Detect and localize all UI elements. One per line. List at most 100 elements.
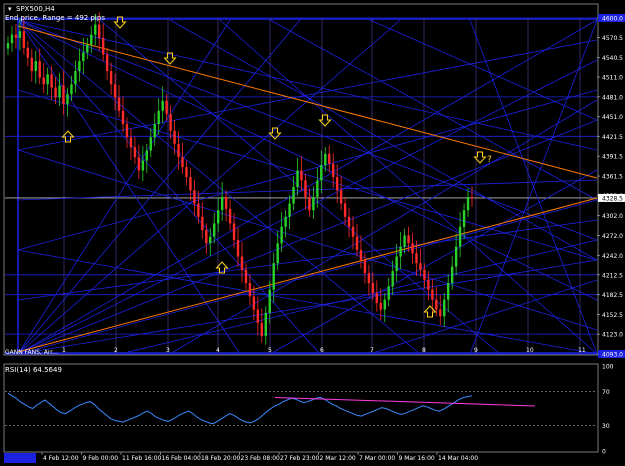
time-label: 2 Mar 12:00 [320,455,356,462]
candle-body [292,186,295,204]
candle-body [284,216,287,227]
gann-fan-line[interactable] [17,19,598,151]
gann-fan-line[interactable] [17,19,598,301]
candle-body [379,302,382,310]
gann-fan-line[interactable] [219,19,598,355]
time-label: 16 Feb 04:00 [162,455,202,462]
mt4-chart-window[interactable]: ? ▾ SPX500,H4 End price, Range = 492 pip… [0,0,625,466]
gann-fan-line[interactable] [269,19,598,201]
candle-body [462,210,466,227]
candle-body [213,223,216,237]
candle-body [248,283,252,297]
candle-body [141,160,145,171]
gann-fan-line[interactable] [17,89,598,261]
gann-fan-line[interactable] [369,19,598,121]
fan-number: 6 [320,347,324,354]
gann-fan-line[interactable] [17,149,598,331]
gann-fan-line[interactable] [17,19,598,355]
candle-body [193,190,196,204]
candle-body [117,97,121,111]
chart-canvas[interactable]: ? ▾ SPX500,H4 End price, Range = 492 pip… [0,0,625,466]
candle-body [240,256,244,270]
candle-body [66,94,69,105]
candle-body [216,210,220,224]
candle-body [419,263,422,270]
price-axis[interactable]: 4600.0 4570.5 4540.5 4511.0 4481.0 4451.0 4421… [597,14,625,359]
candle-body [54,87,57,98]
time-axis[interactable]: 4 Feb 12:00 9 Feb 00:00 11 Feb 16:00 16 Feb… [41,452,478,462]
gann-fan-line[interactable] [17,219,598,301]
candle-body [38,61,41,78]
candle-body [466,196,470,211]
gann-fan-line[interactable] [17,39,598,151]
candle-body [46,74,49,85]
candle-body [363,259,367,274]
candle-body [197,203,200,217]
candle-body [94,24,97,35]
gann-fan-lines[interactable] [17,19,598,355]
gann-grid-layer [5,17,597,355]
candle-body [367,273,371,284]
price-label: 4272.0 [602,233,623,240]
up-arrow-icon[interactable] [423,305,437,318]
candle-body [359,249,363,260]
gann-fan-line[interactable] [17,249,598,355]
candle-body [201,216,204,231]
candle-body [264,312,267,337]
gann-fan-line[interactable] [17,19,321,355]
candle-body [351,226,355,237]
rsi-panel-frame [3,363,599,453]
candle-body [335,177,339,191]
fan-number: 2 [114,347,118,354]
candle-body [78,61,81,72]
time-label: 14 Mar 04:00 [438,455,478,462]
candle-body [165,100,168,115]
candle-body [101,37,105,55]
candle-body [443,299,446,317]
candle-body [403,235,406,247]
candle-body [300,170,303,181]
price-label: 4152.5 [602,312,623,319]
candle-body [280,226,283,244]
candle-body [431,289,434,300]
gann-fan-line[interactable] [119,239,598,355]
time-label: 27 Feb 23:00 [280,455,320,462]
chart-menu-icon[interactable]: ▾ [8,5,12,13]
price-label: 4182.5 [602,292,623,299]
candle-body [272,263,275,290]
gann-fans-label: GANN FANS, Arr... [5,349,58,356]
candle-body [109,71,113,85]
candle-body [411,243,414,254]
candle-body [236,240,240,257]
candle-body [169,114,172,131]
candle-body [391,271,394,287]
candle-body [308,196,311,211]
candle-body [276,243,279,264]
candle-body [42,77,45,85]
candle-body [347,216,351,227]
annotation-arrows[interactable]: ? [61,16,493,318]
price-label: 4123.0 [602,332,623,339]
time-label: 4 Feb 12:00 [43,455,79,462]
price-label: 4540.5 [602,55,623,62]
price-label: 4391.5 [602,154,623,161]
fan-number: 5 [268,347,272,354]
price-label: 4570.5 [602,35,623,42]
candle-body [205,230,208,244]
price-label: 4302.0 [602,213,623,220]
symbol-title: SPX500,H4 [16,5,55,13]
candle-body [82,52,85,62]
candle-body [58,85,61,98]
candle-body [133,147,137,158]
time-scroll-marker[interactable] [4,453,36,463]
fan-number: 1 [62,347,66,354]
candle-body [6,43,10,49]
gann-fan-line[interactable] [17,179,598,201]
gann-fan-line[interactable] [17,89,598,251]
price-label: 4421.5 [602,134,623,141]
orange-resistance-line[interactable] [17,25,598,179]
current-price-label: 4328.5 [602,195,623,202]
candle-body [387,286,390,300]
price-highlight-label: 4600.0 [602,16,623,23]
candle-body [113,84,117,98]
